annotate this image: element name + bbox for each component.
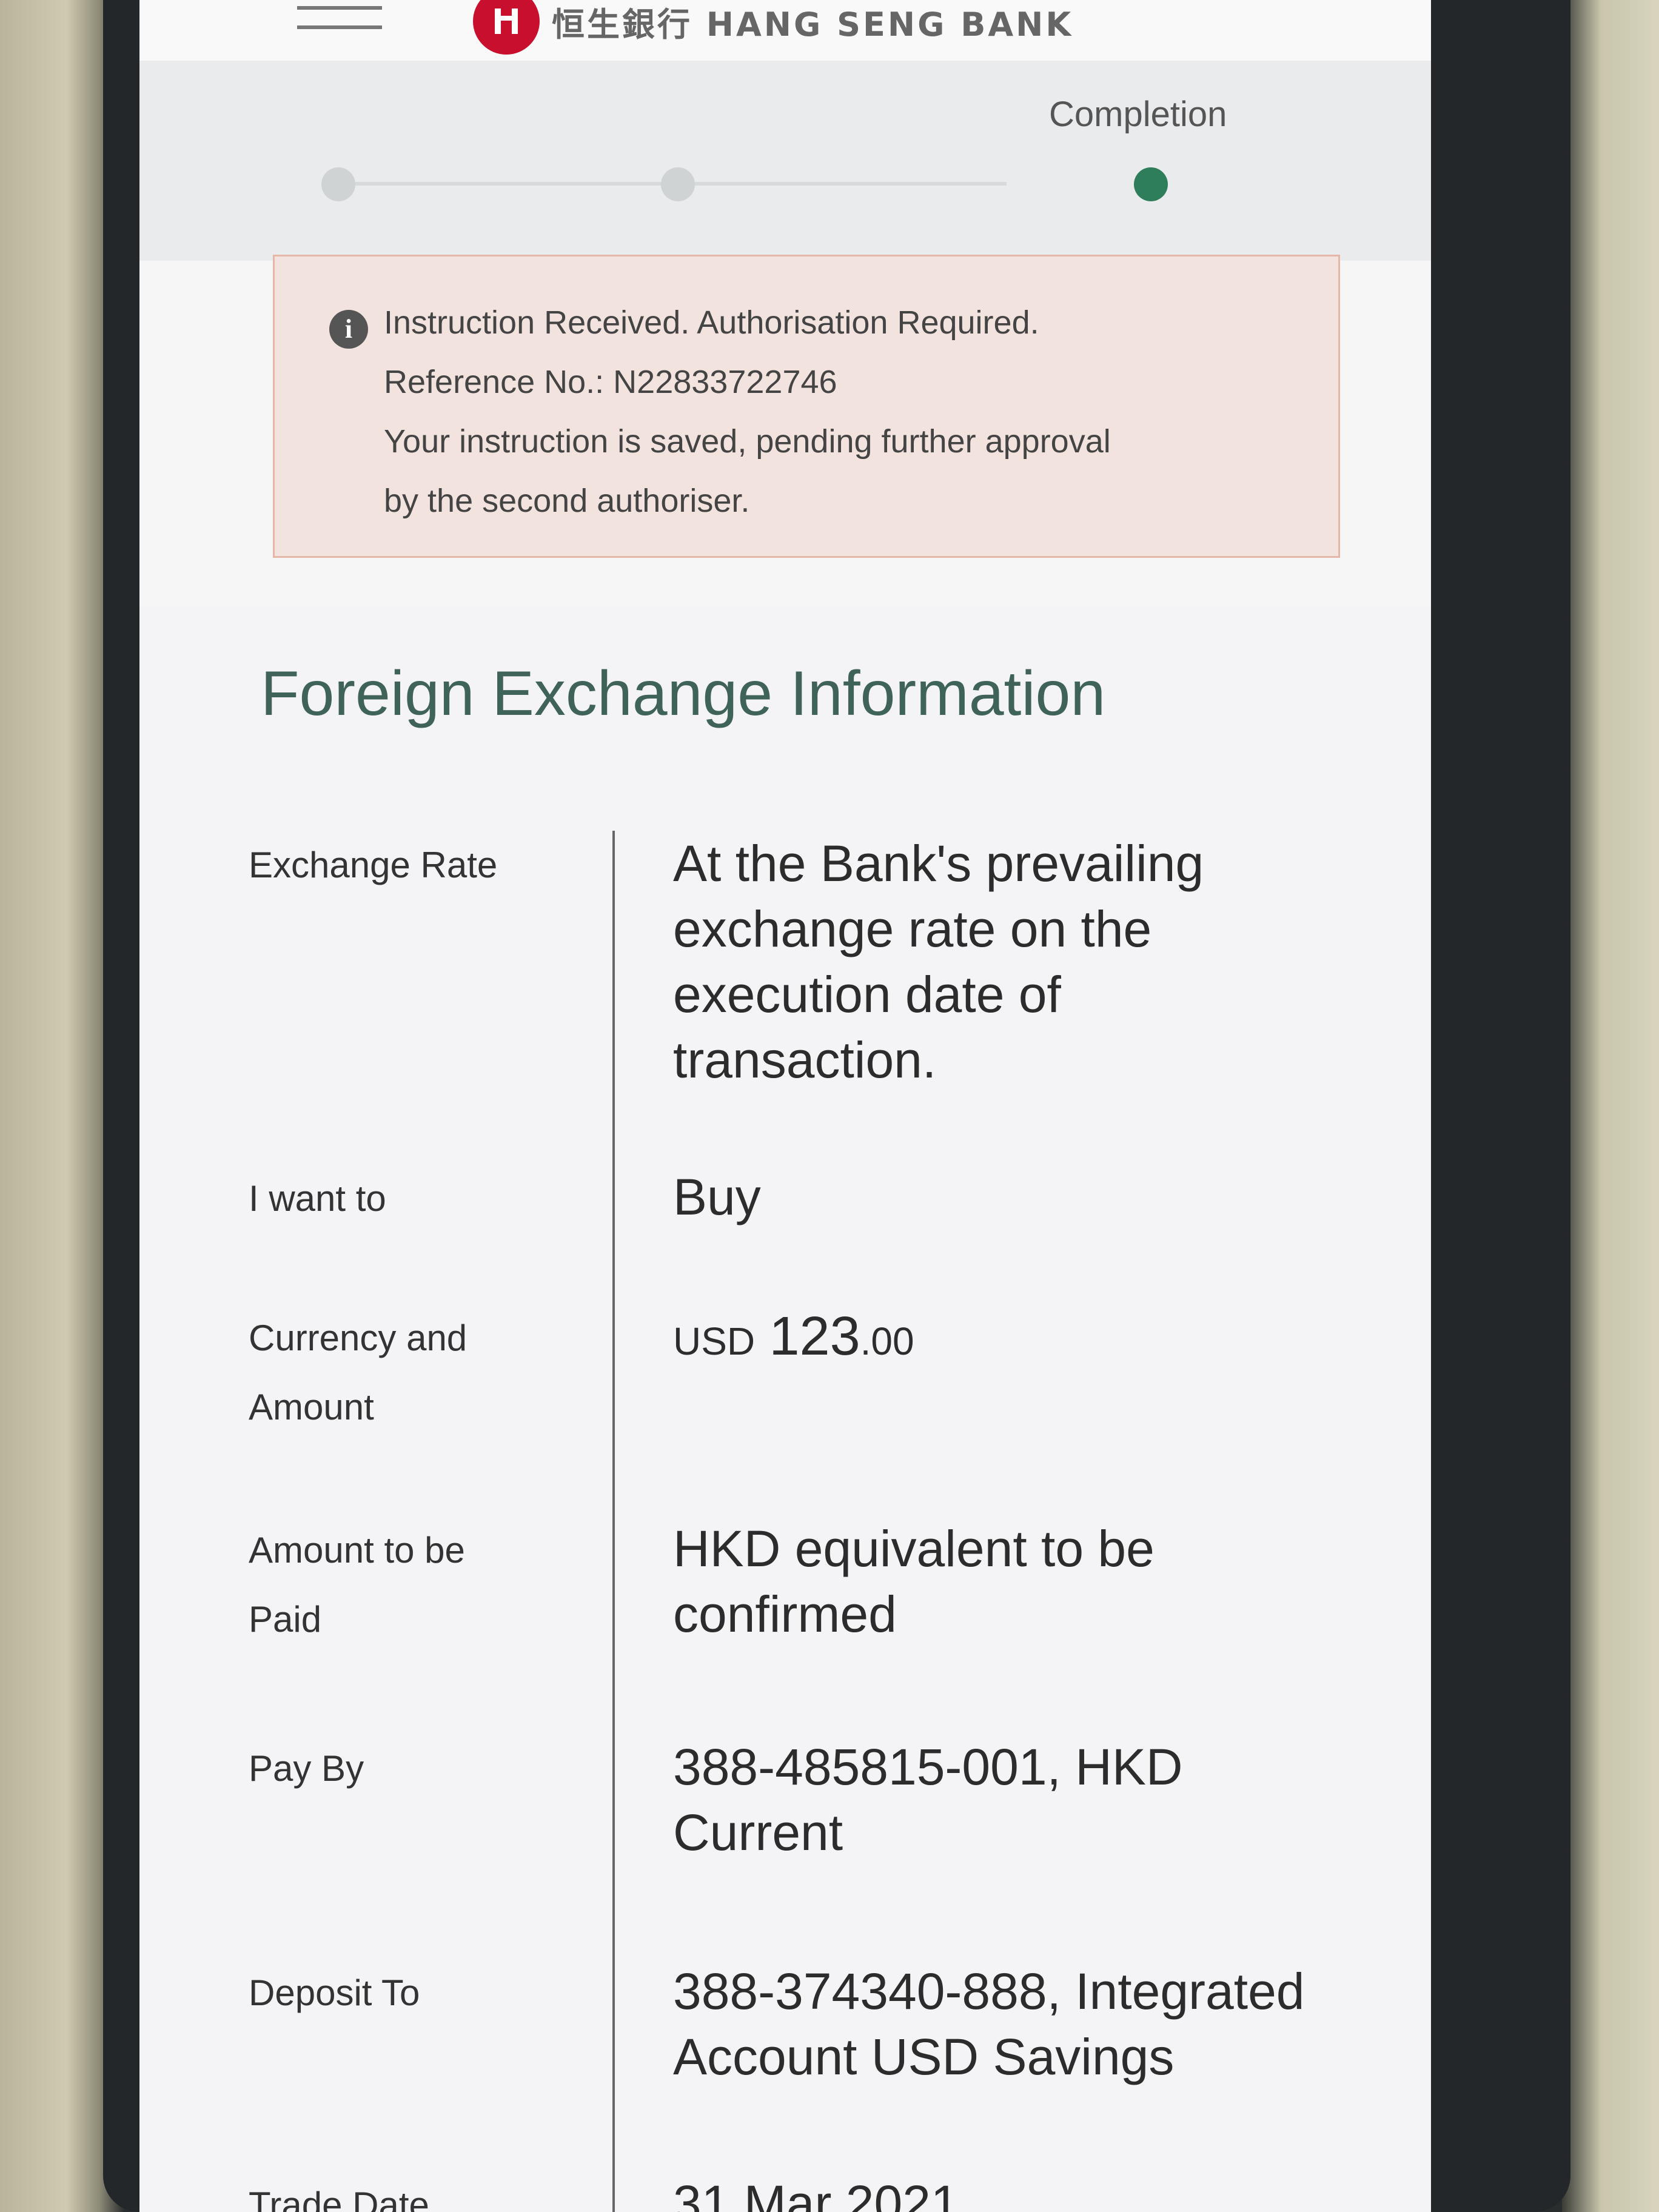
value-deposit-to: 388-374340-888, Integrated Account USD S…: [673, 1963, 1305, 2085]
currency-code: USD: [673, 1319, 756, 1363]
value-pay-by: 388-485815-001, HKD Current: [673, 1738, 1183, 1861]
bank-logo: 恒生銀行 HANG SENG BANK: [473, 0, 1073, 55]
amount-decimal: .00: [860, 1319, 914, 1363]
step-label-completion: Completion: [1049, 95, 1227, 134]
notice-body: Your instruction is saved, pending furth…: [384, 423, 1111, 460]
step-dot-3-active: [1134, 167, 1168, 201]
background-desk: [1562, 0, 1659, 2212]
label-amount-paid: Amount to be Paid: [249, 1530, 465, 1640]
progress-stepper: Completion: [139, 61, 1431, 261]
app-header: 恒生銀行 HANG SENG BANK: [139, 0, 1431, 62]
label-exchange-rate: Exchange Rate: [249, 845, 498, 885]
value-amount-paid: HKD equivalent to be confirmed: [673, 1520, 1155, 1643]
app-screen: 恒生銀行 HANG SENG BANK Completion i Instruc…: [139, 0, 1431, 2212]
label-i-want-to: I want to: [249, 1178, 386, 1219]
hang-seng-logo-icon: [473, 0, 540, 55]
label-deposit-to: Deposit To: [249, 1972, 420, 2013]
label-currency-amount: Currency and Amount: [249, 1318, 468, 1427]
section-title: Foreign Exchange Information: [261, 659, 1106, 729]
bank-name: 恒生銀行 HANG SENG BANK: [552, 5, 1074, 44]
notice-body-cont: by the second authoriser.: [384, 483, 750, 519]
value-trade-date: 31 Mar 2021: [673, 2175, 959, 2212]
value-buy: Buy: [673, 1168, 761, 1225]
amount-integer: 123: [769, 1306, 860, 1367]
value-exchange-rate: At the Bank's prevailing exchange rate o…: [673, 835, 1204, 1088]
value-currency-amount: USD 123.00: [673, 1304, 1401, 1374]
fx-info-panel: Foreign Exchange Information Exchange Ra…: [139, 606, 1431, 2212]
reference-number: Reference No.: N22833722746: [384, 364, 837, 400]
column-divider: [612, 831, 615, 2212]
notice-heading: Instruction Received. Authorisation Requ…: [384, 304, 1039, 341]
hamburger-menu-icon[interactable]: [297, 6, 382, 49]
status-notice: i Instruction Received. Authorisation Re…: [273, 255, 1340, 558]
step-dot-1: [321, 167, 355, 201]
info-icon: i: [329, 310, 368, 349]
step-dot-2: [661, 167, 695, 201]
label-trade-date: Trade Date: [249, 2185, 429, 2212]
label-pay-by: Pay By: [249, 1748, 364, 1789]
